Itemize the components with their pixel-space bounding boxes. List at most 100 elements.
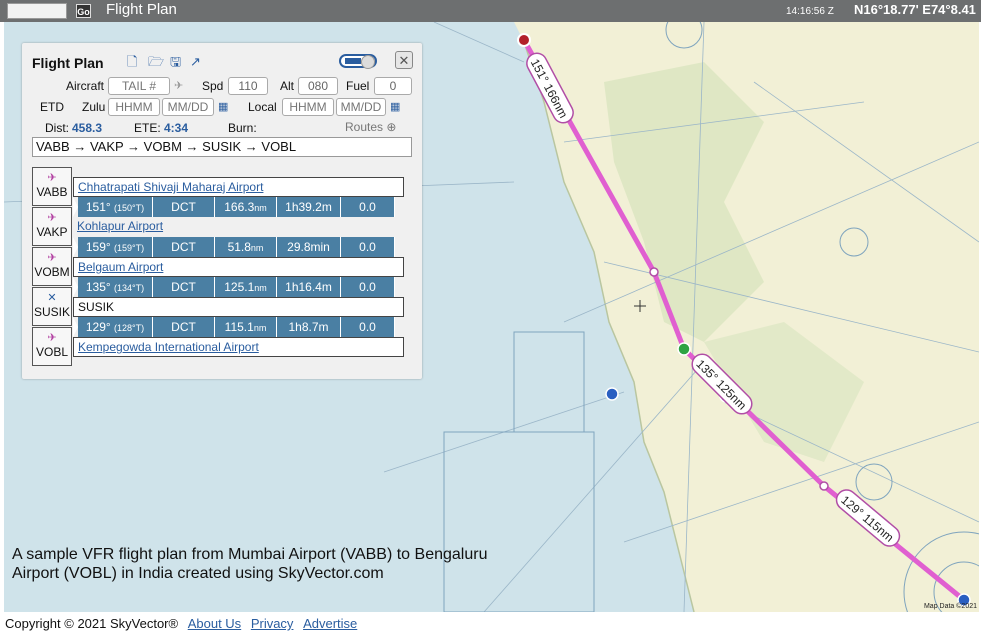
open-folder-icon[interactable]: 🗁 — [148, 55, 164, 69]
leg-via: DCT — [153, 277, 215, 297]
leg-fuel: 0.0 — [341, 277, 395, 297]
spd-label: Spd — [202, 79, 224, 93]
leg-time: 29.8min — [277, 237, 341, 257]
panel-toggle[interactable] — [339, 54, 377, 69]
leg-true-course: (150°T) — [114, 203, 145, 213]
routes-button[interactable]: Routes ⊕ — [345, 120, 396, 134]
waypoint-cell[interactable]: ✈ VOBM — [32, 247, 72, 286]
top-bar: Go Flight Plan 14:16:56 Z N16°18.77' E74… — [0, 0, 981, 22]
dist-label: Dist: — [45, 121, 69, 135]
fuel-label: Fuel — [346, 79, 370, 93]
local-time-input[interactable] — [282, 98, 334, 116]
leg-distance-value: 51.8 — [227, 240, 251, 254]
waypoint-link[interactable]: Kohlapur Airport — [77, 219, 163, 233]
share-icon[interactable]: ↗ — [190, 55, 203, 69]
chevron-down-icon: ⊕ — [386, 120, 397, 134]
airport-icon: ✈ — [47, 212, 57, 224]
leg-via: DCT — [153, 237, 215, 257]
waypoint-name: Belgaum Airport — [73, 257, 404, 277]
leg-course: 129° (128°T) — [78, 317, 153, 337]
leg-fuel: 0.0 — [341, 237, 395, 257]
go-button[interactable]: Go — [76, 4, 91, 18]
leg-course: 135° (134°T) — [78, 277, 153, 297]
waypoint-id: SUSIK — [33, 305, 70, 319]
leg-distance: 166.3nm — [215, 197, 277, 217]
waypoint-cell[interactable]: ✈ VAKP — [32, 207, 72, 246]
waypoint-name: Chhatrapati Shivaji Maharaj Airport — [73, 177, 404, 197]
fuel-input[interactable] — [374, 77, 412, 95]
waypoint-cell[interactable]: ✈ VABB — [32, 167, 72, 206]
waypoint-link[interactable]: Belgaum Airport — [78, 260, 163, 274]
cursor-coordinates: N16°18.77' E74°8.41 — [854, 2, 976, 17]
waypoint-name: Kohlapur Airport — [73, 217, 404, 237]
leg-row: 159° (159°T) DCT 51.8nm 29.8min 0.0 — [73, 237, 395, 257]
leg-distance: 125.1nm — [215, 277, 277, 297]
airport-icon: ✈ — [47, 252, 57, 264]
waypoint-cell[interactable]: ✕ SUSIK — [32, 287, 72, 326]
leg-distance-unit: nm — [253, 323, 267, 333]
speed-input[interactable] — [228, 77, 268, 95]
toggle-bar — [345, 58, 361, 64]
waypoint-marker-vabb — [517, 33, 531, 47]
waypoint-link[interactable]: Kempegowda International Airport — [78, 340, 259, 354]
leg-distance-unit: nm — [254, 283, 267, 293]
route-string-input[interactable]: VABB → VAKP → VOBM → SUSIK → VOBL — [32, 137, 412, 157]
airport-icon: ✈ — [47, 332, 57, 344]
leg-row: 151° (150°T) DCT 166.3nm 1h39.2m 0.0 — [73, 197, 395, 217]
leg-true-course: (128°T) — [114, 323, 145, 333]
leg-course-value: 151° — [85, 200, 111, 214]
leg-course-value: 159° — [85, 240, 111, 254]
zulu-time-input[interactable] — [108, 98, 160, 116]
leg-time: 1h16.4m — [277, 277, 341, 297]
leg-time: 1h8.7m — [277, 317, 341, 337]
waypoint-name: SUSIK — [73, 297, 404, 317]
aircraft-icon[interactable]: ✈ — [174, 79, 187, 93]
waypoint-name: Kempegowda International Airport — [73, 337, 404, 357]
waypoint-cell[interactable]: ✈ VOBL — [32, 327, 72, 366]
local-date-input[interactable] — [336, 98, 386, 116]
leg-row: 129° (128°T) DCT 115.1nm 1h8.7m 0.0 — [73, 317, 395, 337]
leg-distance-value: 115.1 — [224, 320, 254, 334]
aircraft-label: Aircraft — [66, 79, 105, 93]
panel-title: Flight Plan — [32, 55, 104, 71]
zulu-date-input[interactable] — [162, 98, 214, 116]
waypoint-id: VABB — [36, 185, 68, 199]
app-title: Flight Plan — [106, 1, 177, 18]
footer: Copyright © 2021 SkyVector® About Us Pri… — [5, 616, 357, 631]
about-us-link[interactable]: About Us — [188, 616, 241, 631]
local-label: Local — [248, 100, 277, 114]
close-button[interactable]: ✕ — [395, 51, 413, 69]
leg-true-course: (159°T) — [114, 243, 145, 253]
leg-distance-value: 125.1 — [224, 280, 255, 294]
leg-via: DCT — [153, 317, 215, 337]
zulu-label: Zulu — [82, 100, 106, 114]
waypoint-id: VOBM — [34, 265, 70, 279]
flight-plan-panel: Flight Plan 🗋 🗁 🖫 ↗ ✕ Aircraft ✈ Spd Alt… — [22, 43, 422, 379]
waypoint-id: VAKP — [36, 225, 68, 239]
leg-distance: 51.8nm — [215, 237, 277, 257]
waypoint-marker-vakp — [649, 267, 659, 277]
new-file-icon[interactable]: 🗋 — [127, 55, 140, 69]
leg-fuel: 0.0 — [341, 317, 395, 337]
routes-label: Routes — [345, 120, 384, 134]
save-icon[interactable]: 🖫 — [170, 55, 183, 69]
calendar-icon[interactable]: ▦ — [390, 100, 402, 113]
alt-label: Alt — [280, 79, 295, 93]
waypoint-marker-susik — [819, 481, 829, 491]
leg-via: DCT — [153, 197, 215, 217]
search-input[interactable] — [7, 3, 67, 19]
leg-course: 151° (150°T) — [78, 197, 153, 217]
altitude-input[interactable] — [298, 77, 338, 95]
tail-number-input[interactable] — [108, 77, 170, 95]
advertise-link[interactable]: Advertise — [303, 616, 357, 631]
burn-label: Burn: — [228, 121, 257, 135]
leg-distance: 115.1nm — [215, 317, 277, 337]
privacy-link[interactable]: Privacy — [251, 616, 294, 631]
leg-fuel: 0.0 — [341, 197, 395, 217]
leg-course: 159° (159°T) — [78, 237, 153, 257]
leg-time: 1h39.2m — [277, 197, 341, 217]
airport-icon: ✈ — [47, 172, 57, 184]
calendar-icon[interactable]: ▦ — [218, 100, 230, 113]
waypoint-link[interactable]: Chhatrapati Shivaji Maharaj Airport — [78, 180, 263, 194]
caption-text: A sample VFR flight plan from Mumbai Air… — [12, 546, 488, 582]
